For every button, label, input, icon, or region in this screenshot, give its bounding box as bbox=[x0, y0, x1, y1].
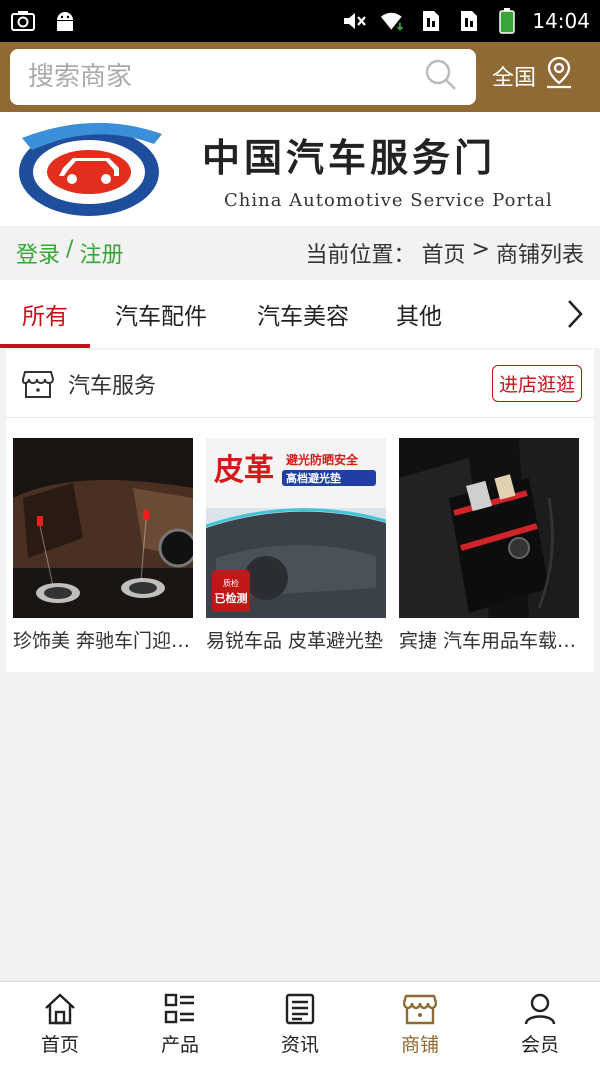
product-image-organizer[interactable] bbox=[399, 438, 579, 618]
nav-label: 商铺 bbox=[400, 1034, 439, 1056]
breadcrumb-prefix: 当前位置： bbox=[305, 243, 416, 268]
region-selector[interactable]: 全国 bbox=[492, 56, 574, 96]
tabs-next-button[interactable] bbox=[550, 280, 600, 348]
breadcrumb: 当前位置： 首页 > 商铺列表 bbox=[306, 237, 584, 269]
header: 全国 bbox=[0, 42, 600, 112]
nav-item-shops[interactable]: 商铺 bbox=[360, 982, 480, 1067]
region-label: 全国 bbox=[492, 66, 537, 91]
search-input[interactable] bbox=[28, 62, 424, 92]
news-icon bbox=[285, 993, 315, 1025]
sim-2-icon bbox=[456, 9, 482, 33]
product-badge-checked: 已检测 bbox=[215, 591, 248, 605]
product-item[interactable]: 质检 已检测 皮革 避光防晒安全 高档避光垫 易锐车品 皮革避光垫 bbox=[206, 438, 386, 653]
product-badge-leather: 皮革 bbox=[214, 453, 274, 488]
storefront-icon bbox=[22, 370, 54, 398]
nav-item-member[interactable]: 会员 bbox=[480, 982, 600, 1067]
product-title[interactable]: 珍饰美 奔驰车门迎宾灯 bbox=[13, 626, 193, 653]
mute-icon bbox=[342, 9, 368, 33]
product-item[interactable]: 宾捷 汽车用品车载收纳 bbox=[399, 438, 579, 653]
tab-auto-parts[interactable]: 汽车配件 bbox=[90, 280, 232, 348]
breadcrumb-current: 商铺列表 bbox=[495, 243, 584, 268]
sim-1-icon bbox=[418, 9, 444, 33]
bottom-nav: 首页 产品 资讯 商铺 会员 bbox=[0, 981, 600, 1067]
auth-separator: / bbox=[66, 237, 74, 262]
product-item[interactable]: 珍饰美 奔驰车门迎宾灯 bbox=[13, 438, 193, 653]
car-logo-icon bbox=[19, 122, 162, 216]
breadcrumb-separator: > bbox=[471, 237, 490, 262]
nav-item-products[interactable]: 产品 bbox=[120, 982, 240, 1067]
site-banner: 中国汽车服务门 China Automotive Service Portal bbox=[0, 112, 600, 226]
nav-label: 资讯 bbox=[280, 1034, 319, 1056]
auth-links: 登录 / 注册 bbox=[16, 237, 123, 269]
banner-title: 中国汽车服务门 bbox=[202, 135, 497, 180]
battery-icon bbox=[494, 8, 520, 34]
product-badge-tag1: 避光防晒安全 bbox=[286, 452, 359, 467]
nav-label: 会员 bbox=[520, 1034, 559, 1056]
product-badge-tag2: 高档避光垫 bbox=[286, 471, 341, 485]
product-title[interactable]: 宾捷 汽车用品车载收纳 bbox=[399, 626, 579, 653]
home-icon bbox=[45, 993, 75, 1025]
nav-label: 首页 bbox=[40, 1034, 79, 1056]
user-icon bbox=[524, 993, 556, 1025]
location-pin-icon bbox=[544, 56, 574, 96]
tab-all[interactable]: 所有 bbox=[0, 280, 90, 348]
product-image-door-lights[interactable] bbox=[13, 438, 193, 618]
category-tabs: 所有 汽车配件 汽车美容 其他 bbox=[0, 280, 600, 348]
product-image-dash-mat[interactable]: 质检 已检测 皮革 避光防晒安全 高档避光垫 bbox=[206, 438, 386, 618]
register-link[interactable]: 注册 bbox=[79, 237, 123, 269]
shop-icon bbox=[403, 994, 437, 1025]
tab-other[interactable]: 其他 bbox=[374, 280, 464, 348]
login-link[interactable]: 登录 bbox=[16, 237, 60, 269]
wifi-icon bbox=[380, 9, 406, 33]
product-title[interactable]: 易锐车品 皮革避光垫 bbox=[206, 626, 386, 653]
product-list: 珍饰美 奔驰车门迎宾灯 质检 已检测 皮革 避光防晒安全 高档避光垫 易锐车品 … bbox=[6, 418, 594, 653]
nav-item-news[interactable]: 资讯 bbox=[240, 982, 360, 1067]
screenshot-icon bbox=[10, 9, 36, 33]
grid-list-icon bbox=[164, 993, 194, 1024]
banner-subtitle: China Automotive Service Portal bbox=[224, 190, 553, 211]
visit-store-button[interactable]: 进店逛逛 bbox=[491, 365, 582, 402]
android-icon bbox=[52, 9, 78, 33]
breadcrumb-bar: 登录 / 注册 当前位置： 首页 > 商铺列表 bbox=[0, 226, 600, 280]
status-time: 14:04 bbox=[532, 9, 590, 33]
svg-text:质检: 质检 bbox=[223, 578, 239, 588]
search-box[interactable] bbox=[10, 49, 476, 105]
nav-label: 产品 bbox=[160, 1034, 199, 1056]
store-card: 汽车服务 进店逛逛 珍饰美 奔驰车门迎宾灯 质检 已检测 皮革 避光防晒安全 高… bbox=[6, 350, 594, 672]
status-bar: 14:04 bbox=[0, 0, 600, 42]
chevron-right-icon bbox=[568, 300, 583, 328]
nav-item-home[interactable]: 首页 bbox=[0, 982, 120, 1067]
tab-auto-beauty[interactable]: 汽车美容 bbox=[232, 280, 374, 348]
store-header: 汽车服务 进店逛逛 bbox=[6, 350, 594, 418]
store-name[interactable]: 汽车服务 bbox=[68, 368, 156, 400]
breadcrumb-home[interactable]: 首页 bbox=[422, 237, 466, 269]
search-icon[interactable] bbox=[424, 58, 458, 96]
